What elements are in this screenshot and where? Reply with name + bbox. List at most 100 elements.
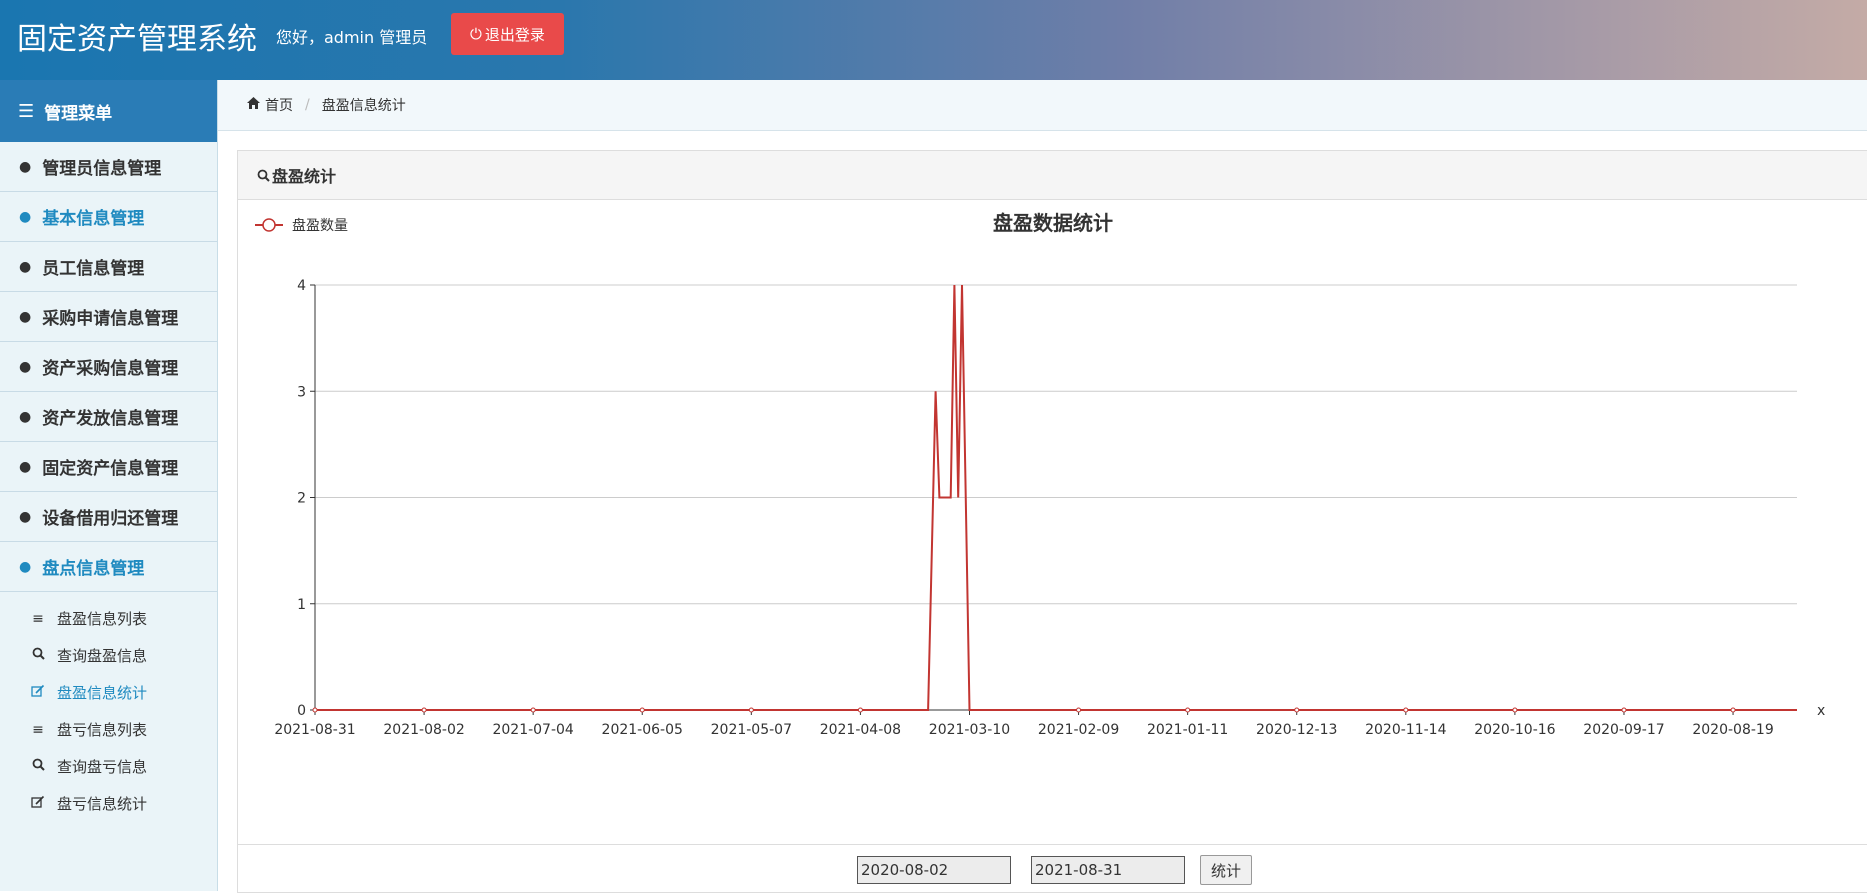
search-icon bbox=[29, 758, 47, 775]
x-tick-label: 2021-06-05 bbox=[602, 722, 683, 738]
data-point bbox=[1512, 707, 1518, 713]
search-icon bbox=[29, 647, 47, 664]
subitem-label: 盘亏信息统计 bbox=[57, 795, 148, 813]
panel-title: 盘盈统计 bbox=[272, 167, 337, 186]
data-point bbox=[1621, 707, 1627, 713]
sidebar-item-admin[interactable]: ● 管理员信息管理 bbox=[0, 142, 217, 192]
x-tick-label: 2020-09-17 bbox=[1583, 722, 1664, 738]
menu-header: ☰ 管理菜单 bbox=[0, 80, 217, 142]
subitem-deficit-stats[interactable]: 盘亏信息统计 bbox=[0, 785, 217, 822]
sidebar-item-purchase-request[interactable]: ● 采购申请信息管理 bbox=[0, 292, 217, 342]
legend-marker bbox=[262, 218, 276, 232]
home-icon bbox=[247, 97, 260, 113]
data-point bbox=[421, 707, 427, 713]
breadcrumb-separator: / bbox=[305, 97, 310, 113]
sidebar-item-employee[interactable]: ● 员工信息管理 bbox=[0, 242, 217, 292]
panel-header: 盘盈统计 bbox=[238, 151, 1867, 200]
data-point bbox=[857, 707, 863, 713]
user-icon: ● bbox=[19, 458, 32, 475]
menu-header-label: 管理菜单 bbox=[44, 103, 113, 124]
y-tick-label: 1 bbox=[297, 597, 306, 613]
inventory-submenu: ≡ 盘盈信息列表 查询盘盈信息 盘盈信息统计 ≡ 盘亏信息列表 查询盘亏信息 盘… bbox=[0, 592, 217, 822]
sidebar-item-asset-purchase[interactable]: ● 资产采购信息管理 bbox=[0, 342, 217, 392]
sidebar-item-label: 固定资产信息管理 bbox=[42, 459, 179, 479]
app-title: 固定资产管理系统 bbox=[17, 22, 257, 57]
stats-button[interactable]: 统计 bbox=[1200, 855, 1252, 885]
x-tick-label: 2021-07-04 bbox=[492, 722, 573, 738]
edit-icon bbox=[29, 684, 47, 702]
breadcrumb-home-label: 首页 bbox=[265, 98, 293, 114]
sidebar: ☰ 管理菜单 ● 管理员信息管理 ● 基本信息管理 ● 员工信息管理 ● 采购申… bbox=[0, 80, 218, 891]
subitem-deficit-search[interactable]: 查询盘亏信息 bbox=[0, 748, 217, 785]
legend-label: 盘盈数量 bbox=[292, 217, 348, 234]
x-tick-label: 2021-03-10 bbox=[929, 722, 1010, 738]
end-date-input[interactable] bbox=[1031, 856, 1185, 884]
x-tick-label: 2021-08-31 bbox=[274, 722, 355, 738]
y-tick-label: 2 bbox=[297, 491, 306, 507]
sidebar-item-inventory[interactable]: ● 盘点信息管理 bbox=[0, 542, 217, 592]
sidebar-item-label: 管理员信息管理 bbox=[42, 159, 162, 179]
sidebar-item-fixed-asset[interactable]: ● 固定资产信息管理 bbox=[0, 442, 217, 492]
power-icon: ⏻ bbox=[470, 25, 482, 43]
subitem-surplus-list[interactable]: ≡ 盘盈信息列表 bbox=[0, 600, 217, 637]
user-icon: ● bbox=[19, 508, 32, 525]
subitem-deficit-list[interactable]: ≡ 盘亏信息列表 bbox=[0, 711, 217, 748]
data-point bbox=[748, 707, 754, 713]
x-tick-label: 2020-12-13 bbox=[1256, 722, 1337, 738]
user-icon: ● bbox=[19, 258, 32, 275]
top-header: 固定资产管理系统 您好，admin 管理员 ⏻ 退出登录 bbox=[0, 0, 1867, 80]
data-point bbox=[312, 707, 318, 713]
x-tick-label: 2021-02-09 bbox=[1038, 722, 1119, 738]
line-chart: 盘盈数据统计 盘盈数量 0 1 2 3 4 x 2021-08-31 2021-08-02 2021… bbox=[255, 211, 1825, 738]
data-point bbox=[1076, 707, 1082, 713]
user-icon: ● bbox=[19, 558, 32, 575]
subitem-label: 查询盘亏信息 bbox=[57, 758, 148, 776]
data-point bbox=[1294, 707, 1300, 713]
subitem-surplus-search[interactable]: 查询盘盈信息 bbox=[0, 637, 217, 674]
x-tick-label: 2020-10-16 bbox=[1474, 722, 1555, 738]
breadcrumb-current: 盘盈信息统计 bbox=[321, 98, 406, 114]
data-point bbox=[639, 707, 645, 713]
y-tick-label: 4 bbox=[297, 278, 306, 294]
sidebar-item-equipment-borrow[interactable]: ● 设备借用归还管理 bbox=[0, 492, 217, 542]
logout-label: 退出登录 bbox=[484, 25, 545, 44]
x-tick-label: 2021-05-07 bbox=[711, 722, 792, 738]
sidebar-item-basic-info[interactable]: ● 基本信息管理 bbox=[0, 192, 217, 242]
search-icon bbox=[257, 169, 270, 182]
sidebar-item-label: 资产发放信息管理 bbox=[42, 409, 179, 429]
y-tick-label: 0 bbox=[297, 703, 306, 719]
list-icon: ≡ bbox=[32, 721, 44, 738]
data-point bbox=[1730, 707, 1736, 713]
user-icon: ● bbox=[19, 408, 32, 425]
chart-title: 盘盈数据统计 bbox=[993, 211, 1113, 235]
sidebar-item-asset-distribution[interactable]: ● 资产发放信息管理 bbox=[0, 392, 217, 442]
sidebar-item-label: 资产采购信息管理 bbox=[42, 359, 179, 379]
stats-panel: 盘盈统计 盘盈数据统计 盘盈数量 0 1 2 3 4 x 2021-08-31 2021-08-0… bbox=[237, 150, 1867, 893]
sidebar-item-label: 盘点信息管理 bbox=[42, 559, 145, 579]
user-icon: ● bbox=[19, 208, 32, 225]
user-greeting: 您好，admin 管理员 bbox=[276, 28, 428, 47]
sidebar-item-label: 设备借用归还管理 bbox=[42, 509, 179, 529]
x-tick-label: 2021-04-08 bbox=[820, 722, 901, 738]
logout-button[interactable]: ⏻ 退出登录 bbox=[451, 13, 564, 55]
subitem-surplus-stats[interactable]: 盘盈信息统计 bbox=[0, 674, 217, 711]
edit-icon bbox=[29, 795, 47, 813]
x-tick-label: 2021-08-02 bbox=[383, 722, 464, 738]
subitem-label: 盘盈信息统计 bbox=[57, 684, 148, 702]
user-icon: ● bbox=[19, 158, 32, 175]
data-point bbox=[530, 707, 536, 713]
user-icon: ● bbox=[19, 308, 32, 325]
data-point bbox=[1185, 707, 1191, 713]
x-tick-label: 2021-01-11 bbox=[1147, 722, 1228, 738]
sidebar-item-label: 员工信息管理 bbox=[42, 259, 145, 279]
breadcrumb-home[interactable]: 首页 bbox=[247, 95, 293, 115]
list-icon: ≡ bbox=[32, 610, 44, 627]
data-point bbox=[1403, 707, 1409, 713]
start-date-input[interactable] bbox=[857, 856, 1011, 884]
subitem-label: 查询盘盈信息 bbox=[57, 647, 148, 665]
subitem-label: 盘盈信息列表 bbox=[57, 610, 148, 628]
user-icon: ● bbox=[19, 358, 32, 375]
y-tick-label: 3 bbox=[297, 384, 306, 400]
x-axis-name: x bbox=[1817, 703, 1825, 719]
subitem-label: 盘亏信息列表 bbox=[57, 721, 148, 739]
